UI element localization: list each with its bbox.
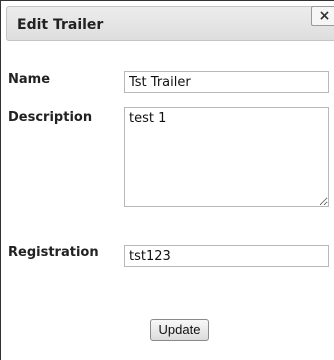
name-label: Name [8,72,51,87]
close-button[interactable]: × [311,6,334,26]
close-icon: × [318,8,331,24]
registration-label: Registration [8,245,99,260]
update-button[interactable]: Update [150,319,209,341]
name-input[interactable] [124,71,329,93]
dialog-title: Edit Trailer [17,17,104,33]
description-textarea[interactable]: test 1 [124,107,329,207]
registration-input[interactable] [124,245,329,267]
dialog-titlebar: Edit Trailer [6,6,334,41]
description-label: Description [8,110,93,125]
edit-trailer-dialog: Edit Trailer × Name Description test 1 R… [0,0,334,360]
